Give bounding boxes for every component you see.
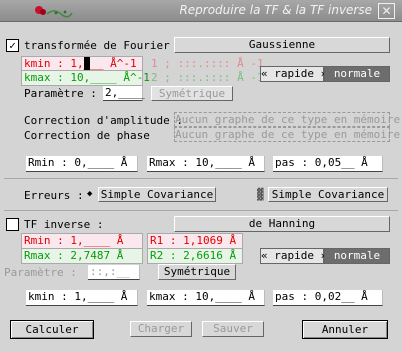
rapide-toggle[interactable]: « rapide » [260, 66, 327, 82]
save-button[interactable]: Sauver [202, 321, 264, 337]
inverse-label: TF inverse : [24, 218, 104, 231]
r1-field[interactable]: R1 : 1,1069 Å [147, 233, 243, 249]
r2-field[interactable]: R2 : 2,6616 Å [147, 248, 243, 264]
inv-kmax-field[interactable]: kmax : 10,____ Å [147, 290, 265, 306]
corr-phase-label: Correction de phase [24, 129, 150, 142]
inv-rmax-field[interactable]: Rmax : 2,7487 Å [21, 248, 143, 264]
inv-param-field[interactable]: ::,:__ [88, 265, 140, 280]
inverse-window-button[interactable]: de Hanning [174, 216, 390, 232]
separator [4, 210, 398, 211]
rmin-field[interactable]: Rmin : 0,____ Å [26, 156, 138, 172]
inv-pas-field[interactable]: pas : 0,02__ Å [273, 290, 383, 306]
ghost-range-2: 2 ; :::.:::: Å -1 [151, 71, 264, 84]
inv-rapide-toggle[interactable]: « rapide » [260, 248, 327, 264]
corr-amp-label: Correction d'amplitude : [24, 114, 183, 127]
errors-label: Erreurs : [24, 189, 84, 202]
inverse-checkbox[interactable] [6, 218, 19, 231]
inv-normale-toggle[interactable]: normale [324, 248, 390, 264]
kmax-field[interactable]: kmax : 10,____ Å^-1 [21, 70, 150, 86]
ghost-range-1: 1 ; :::.:::: Å -1 [151, 57, 264, 70]
fourier-window-button[interactable]: Gaussienne [174, 37, 390, 53]
fourier-label: transformée de Fourier : [24, 39, 183, 52]
errors-button-2[interactable]: Simple Covariance [268, 187, 388, 202]
cancel-button[interactable]: Annuler [302, 320, 388, 339]
inv-symmetric-button[interactable]: Symétrique [158, 264, 236, 280]
pattern-icon: ▓ [257, 188, 264, 201]
kmin-rest: __ Å^-1 [90, 57, 137, 70]
param-field[interactable]: 2,____ [103, 86, 145, 101]
pas-field[interactable]: pas : 0,05__ Å [273, 156, 383, 172]
inv-kmin-field[interactable]: kmin : 1,____ Å [26, 290, 138, 306]
normale-toggle[interactable]: normale [324, 66, 390, 82]
corr-phase-select[interactable]: Aucun graphe de ce type en mémoire [174, 127, 400, 142]
load-button[interactable]: Charger [130, 321, 192, 337]
errors-button-1[interactable]: Simple Covariance [98, 187, 216, 202]
inv-rmin-field[interactable]: Rmin : 1,____ Å [21, 233, 143, 249]
corr-amp-select[interactable]: Aucun graphe de ce type en mémoire [174, 112, 400, 127]
calculate-button[interactable]: Calculer [10, 320, 94, 339]
param-label: Paramètre : [24, 87, 97, 100]
window-title: Reproduire la TF & la TF inverse [179, 3, 372, 17]
fourier-checkbox[interactable]: ✓ [6, 39, 19, 52]
close-button[interactable]: ✕ [378, 3, 395, 19]
diamond-icon: ◆ [87, 189, 93, 199]
rmax-field[interactable]: Rmax : 10,____ Å [147, 156, 265, 172]
symmetric-button[interactable]: Symétrique [151, 86, 233, 101]
app-logo-icon [35, 6, 73, 18]
kmin-text: kmin : 1, [24, 57, 84, 70]
separator [4, 178, 398, 179]
inv-param-label: Paramètre : [4, 266, 77, 279]
